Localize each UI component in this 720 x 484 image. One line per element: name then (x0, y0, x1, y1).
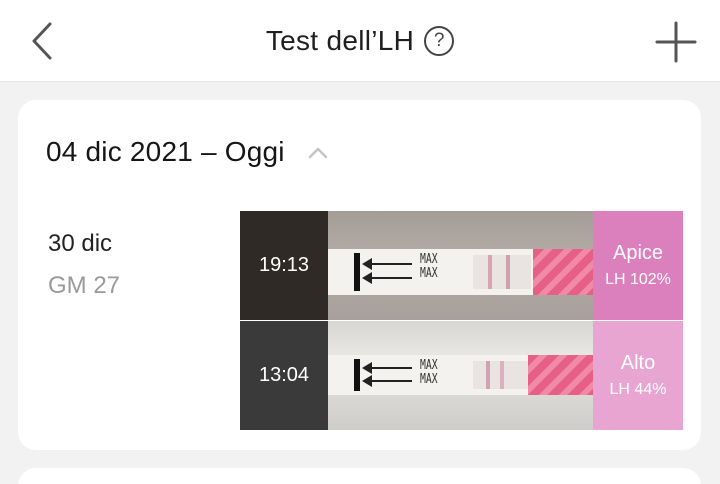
result-level: Alto (620, 352, 656, 374)
test-strip: MAX MAX (328, 355, 593, 395)
test-strip: MAX MAX (328, 249, 593, 295)
result-badge: Apice LH 102% (593, 211, 683, 320)
test-entry[interactable]: 13:04 MAX MAX Alto LH 44% (240, 321, 683, 430)
question-mark-icon: ? (433, 30, 445, 51)
test-strip-photo: MAX MAX (328, 321, 593, 430)
test-group-card: 04 dic 2021 – Oggi 30 dic GM 27 19:13 MA… (18, 100, 701, 450)
next-card (18, 468, 701, 484)
cycle-day: GM 27 (48, 272, 121, 299)
day-date: 30 dic (48, 230, 113, 257)
chevron-up-icon[interactable] (307, 145, 329, 159)
strip-pink-end (528, 355, 593, 395)
strip-max-marking: MAX MAX (420, 252, 438, 281)
result-value: LH 102% (605, 271, 671, 288)
test-time: 13:04 (240, 321, 328, 430)
date-range-header[interactable]: 04 dic 2021 – Oggi (46, 136, 329, 168)
result-level: Apice (612, 242, 664, 264)
strip-handle-mark (354, 359, 360, 391)
title-wrap: Test dell’LH ? (0, 0, 720, 82)
test-line (506, 255, 510, 289)
add-test-button[interactable] (654, 20, 698, 64)
control-line (486, 361, 490, 389)
top-bar: Test dell’LH ? (0, 0, 720, 82)
control-line (488, 255, 492, 289)
test-entry[interactable]: 19:13 MAX MAX Apice LH 102% (240, 211, 683, 320)
strip-max-marking: MAX MAX (420, 358, 438, 387)
test-time: 19:13 (240, 211, 328, 320)
arrow-left-icon (362, 258, 412, 270)
arrow-left-icon (362, 272, 412, 284)
test-line (500, 361, 504, 389)
test-strip-photo: MAX MAX (328, 211, 593, 320)
result-value: LH 44% (609, 381, 667, 398)
arrow-left-icon (362, 375, 412, 387)
strip-result-window (473, 255, 531, 289)
date-range-label: 04 dic 2021 – Oggi (46, 136, 285, 167)
plus-icon (655, 21, 697, 63)
result-badge: Alto LH 44% (593, 321, 683, 430)
page-title: Test dell’LH (265, 25, 415, 56)
arrow-left-icon (362, 362, 412, 374)
help-button[interactable]: ? (424, 26, 455, 56)
strip-pink-end (533, 249, 593, 295)
strip-handle-mark (354, 253, 360, 291)
